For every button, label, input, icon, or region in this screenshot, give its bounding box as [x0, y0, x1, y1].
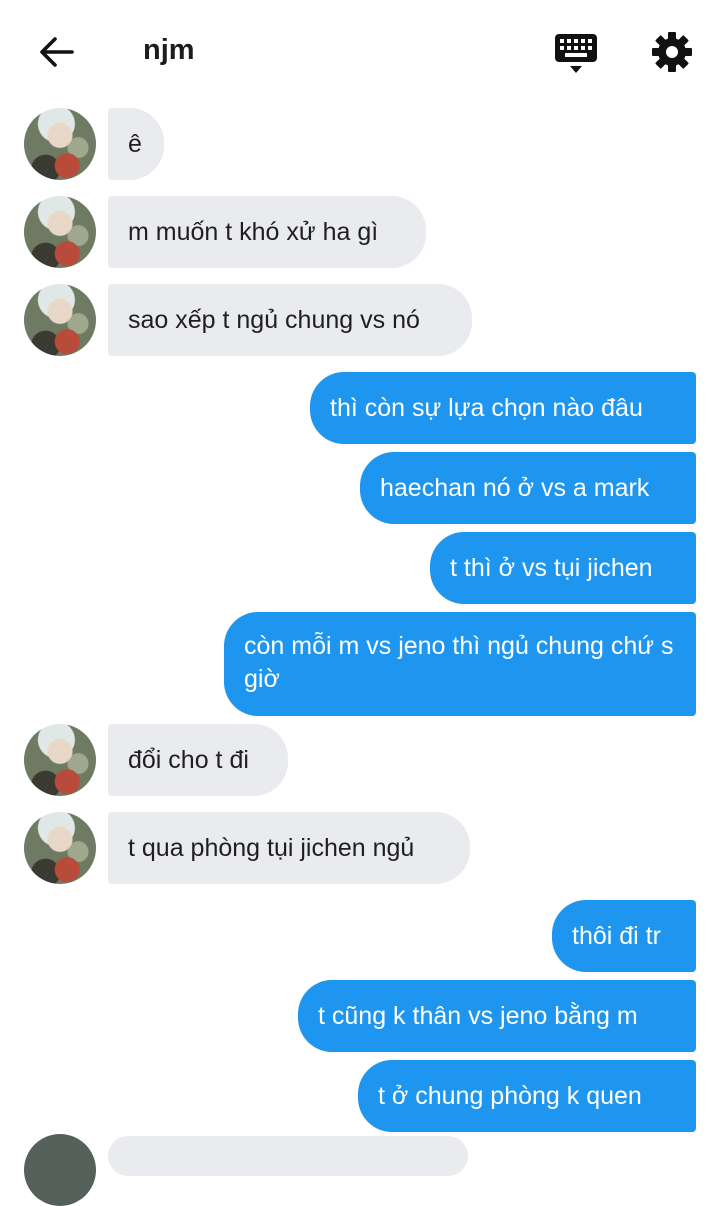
message-bubble[interactable]: ê — [108, 108, 164, 180]
message-text: sao xếp t ngủ chung vs nó — [128, 305, 420, 334]
message-text: còn mỗi m vs jeno thì ngủ chung chứ s gi… — [244, 632, 674, 693]
arrow-left-icon — [40, 37, 74, 67]
chat-title: njm — [143, 34, 195, 66]
message-text: thì còn sự lựa chọn nào đâu — [330, 393, 643, 422]
chat-header: njm — [0, 0, 720, 100]
message-bubble[interactable]: thôi đi tr — [552, 900, 696, 972]
settings-button[interactable] — [650, 30, 694, 74]
message-text: t thì ở vs tụi jichen — [450, 553, 653, 582]
avatar[interactable] — [24, 284, 96, 356]
message-bubble[interactable]: t thì ở vs tụi jichen — [430, 532, 696, 604]
avatar[interactable] — [24, 1134, 96, 1206]
message-text: m muốn t khó xử ha gì — [128, 217, 379, 246]
message-bubble[interactable]: sao xếp t ngủ chung vs nó — [108, 284, 472, 356]
keyboard-icon — [555, 34, 597, 73]
avatar[interactable] — [24, 812, 96, 884]
avatar[interactable] — [24, 196, 96, 268]
message-bubble[interactable]: t qua phòng tụi jichen ngủ — [108, 812, 470, 884]
message-text: đổi cho t đi — [128, 745, 249, 774]
message-bubble-partial[interactable] — [108, 1136, 468, 1176]
message-text: thôi đi tr — [572, 921, 661, 950]
back-button[interactable] — [34, 30, 78, 74]
message-text: ê — [128, 129, 142, 158]
message-bubble[interactable]: t cũng k thân vs jeno bằng m — [298, 980, 696, 1052]
message-bubble[interactable]: haechan nó ở vs a mark — [360, 452, 696, 524]
avatar[interactable] — [24, 724, 96, 796]
gear-icon — [652, 32, 692, 72]
avatar[interactable] — [24, 108, 96, 180]
message-bubble[interactable]: m muốn t khó xử ha gì — [108, 196, 426, 268]
message-bubble[interactable]: còn mỗi m vs jeno thì ngủ chung chứ s gi… — [224, 612, 696, 716]
message-bubble[interactable]: đổi cho t đi — [108, 724, 288, 796]
message-bubble[interactable]: thì còn sự lựa chọn nào đâu — [310, 372, 696, 444]
message-bubble[interactable]: t ở chung phòng k quen — [358, 1060, 696, 1132]
message-text: haechan nó ở vs a mark — [380, 473, 650, 502]
message-text: t ở chung phòng k quen — [378, 1081, 642, 1110]
keyboard-button[interactable] — [553, 32, 599, 76]
message-text: t cũng k thân vs jeno bằng m — [318, 1001, 638, 1030]
message-text: t qua phòng tụi jichen ngủ — [128, 833, 415, 862]
